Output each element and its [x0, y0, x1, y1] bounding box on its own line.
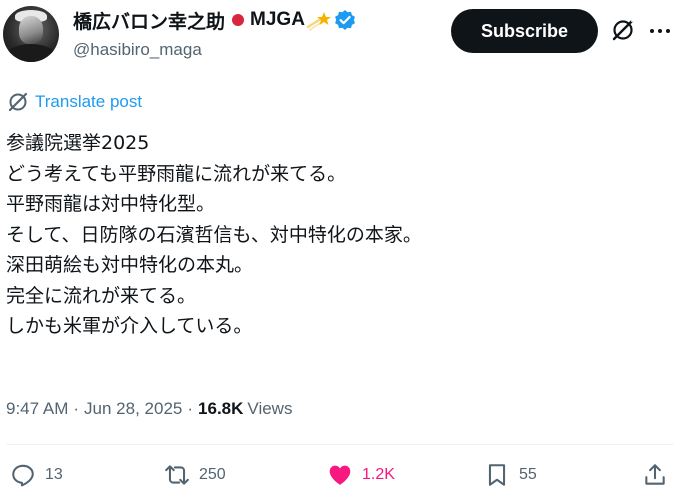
reply-icon	[12, 464, 34, 487]
avatar-face	[19, 16, 43, 44]
japan-flag-icon	[228, 13, 248, 27]
author-name-row[interactable]: 橋広バロン幸之助 MJGA	[73, 7, 356, 33]
repost-count: 250	[199, 466, 226, 483]
post-text-line: 完全に流れが来てる。	[6, 284, 197, 307]
reply-button[interactable]: 13	[10, 458, 63, 492]
post-date[interactable]: Jun 28, 2025	[84, 399, 182, 419]
meta-separator: ·	[73, 399, 80, 418]
author-handle[interactable]: @hasibiro_maga	[73, 40, 202, 60]
author-name-suffix[interactable]: MJGA	[250, 9, 305, 31]
dizzy-star-icon	[306, 12, 331, 31]
views-count[interactable]: 16.8K	[198, 399, 243, 419]
share-icon	[645, 464, 665, 485]
heart-icon	[329, 465, 351, 485]
author-display-name[interactable]: 橋広バロン幸之助	[73, 7, 225, 34]
grok-icon[interactable]	[610, 17, 636, 43]
subscribe-button[interactable]: Subscribe	[451, 9, 598, 53]
translate-post-link[interactable]: Translate post	[7, 91, 142, 113]
action-bar: 13 250 1.2K 55	[0, 458, 677, 492]
repost-icon	[165, 465, 189, 485]
bookmark-count: 55	[519, 466, 537, 483]
post-time[interactable]: 9:47 AM	[6, 399, 68, 419]
post-text-line: 深田萌絵も対中特化の本丸。	[6, 254, 254, 276]
divider	[6, 444, 674, 445]
translate-post-label[interactable]: Translate post	[35, 92, 142, 112]
post-text-line: そして、日防隊の石濱哲信も、対中特化の本家。	[6, 223, 422, 246]
share-button[interactable]	[642, 458, 668, 492]
post-text-line: 参議院選挙2025	[6, 132, 150, 154]
avatar[interactable]	[3, 6, 59, 62]
verified-badge-icon	[335, 10, 355, 30]
avatar-shoulders	[5, 44, 57, 62]
bookmark-icon	[488, 464, 506, 486]
translate-icon	[8, 92, 28, 112]
meta-separator: ·	[187, 399, 194, 418]
post-text-line: 平野雨龍は対中特化型。	[6, 193, 216, 215]
more-horizontal-icon[interactable]	[647, 18, 673, 44]
post-text-line: しかも米軍が介入している。	[6, 315, 253, 337]
like-count: 1.2K	[362, 466, 395, 483]
reply-count: 13	[45, 466, 63, 483]
post-text: 参議院選挙2025 どう考えても平野雨龍に流れが来てる。 平野雨龍は対中特化型。…	[6, 128, 666, 342]
post-header: 橋広バロン幸之助 MJGA @hasibiro_maga Subscribe	[0, 0, 677, 70]
post: 橋広バロン幸之助 MJGA @hasibiro_maga Subscribe T…	[0, 0, 677, 497]
repost-button[interactable]: 250	[164, 458, 226, 492]
post-meta: 9:47 AM · Jun 28, 2025 · 16.8K Views	[6, 397, 292, 421]
views-label: Views	[247, 399, 293, 418]
post-text-line: どう考えても平野雨龍に流れが来てる。	[6, 162, 347, 185]
like-button[interactable]: 1.2K	[327, 458, 395, 492]
bookmark-button[interactable]: 55	[484, 458, 537, 492]
